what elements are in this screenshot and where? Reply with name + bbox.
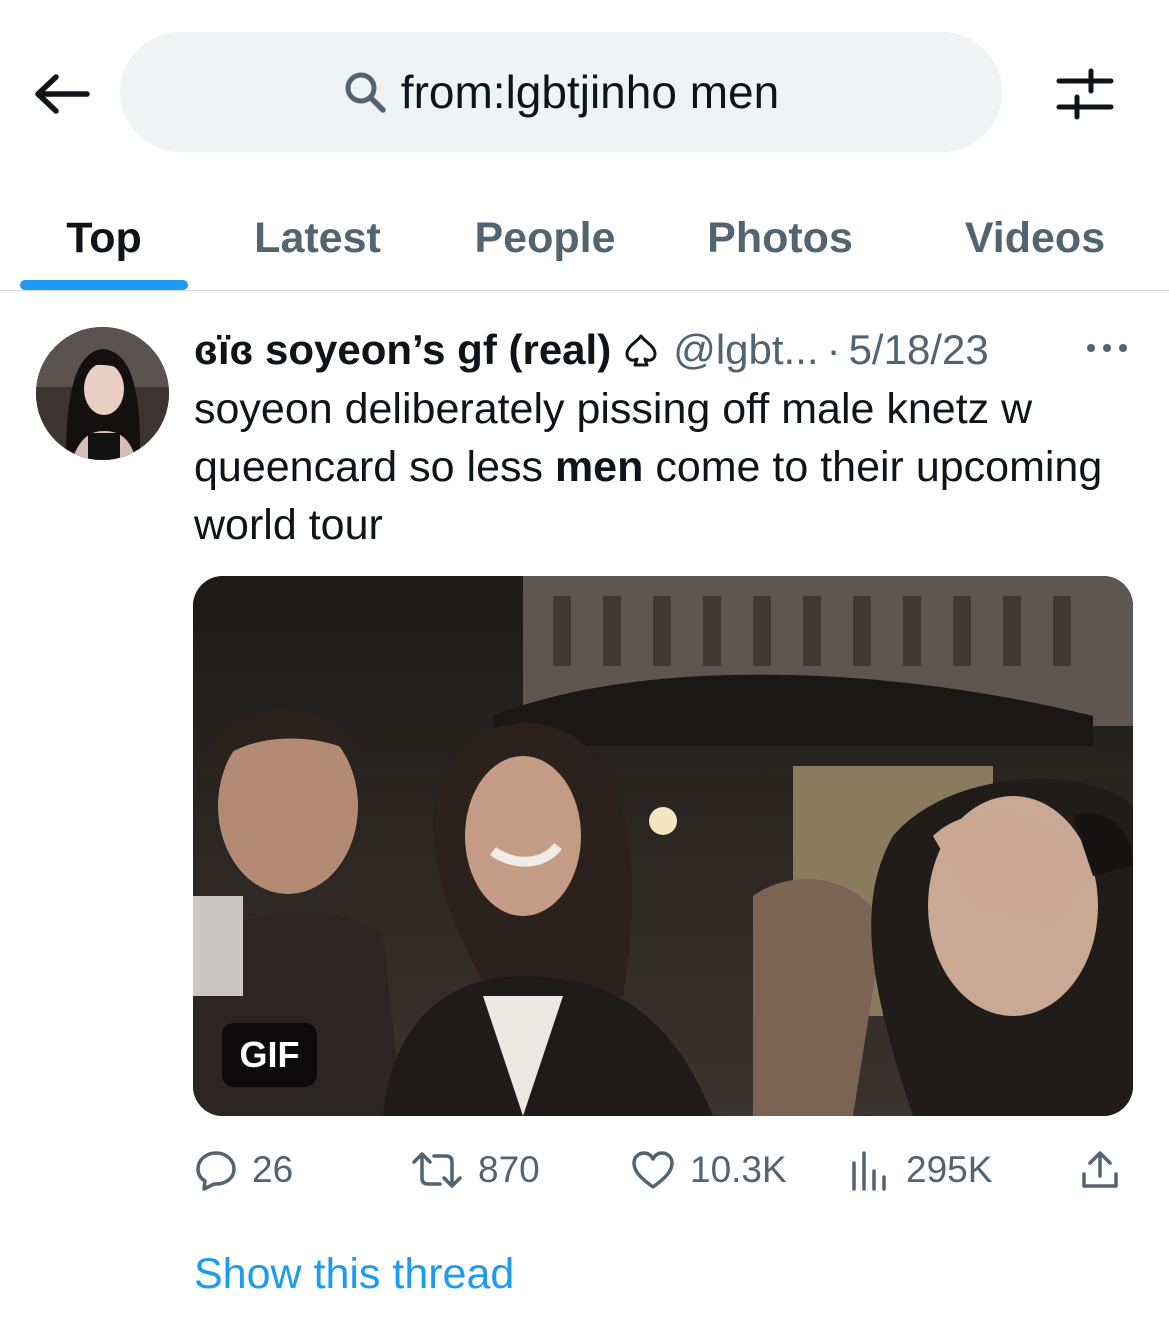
user-handle[interactable]: @lgbt... <box>673 326 818 374</box>
heart-icon <box>632 1151 674 1189</box>
back-button[interactable] <box>30 66 92 122</box>
sliders-icon <box>1056 68 1114 120</box>
tab-top[interactable]: Top <box>20 185 188 291</box>
display-name[interactable]: ɞïɞ soyeon’s gf (real) <box>194 326 611 374</box>
tweet-header: ɞïɞ soyeon’s gf (real) @lgbt... · 5/18/2… <box>194 322 1139 378</box>
views-button[interactable]: 295K <box>848 1140 992 1200</box>
more-button[interactable] <box>1082 328 1132 368</box>
share-icon <box>1082 1151 1118 1188</box>
search-term-highlight: men <box>554 443 644 491</box>
tweet-text: soyeon deliberately pissing off male kne… <box>194 380 1134 554</box>
share-button[interactable] <box>1078 1140 1122 1200</box>
search-query[interactable]: from:lgbtjinho men <box>401 65 779 119</box>
tab-latest[interactable]: Latest <box>230 185 405 291</box>
gif-badge: GIF <box>222 1023 317 1087</box>
retweet-count: 870 <box>478 1149 540 1190</box>
search-settings-button[interactable] <box>1052 62 1118 128</box>
retweet-button[interactable]: 870 <box>410 1140 540 1200</box>
tweet-actions: 26 870 10.3K 295K <box>194 1140 1134 1200</box>
view-count: 295K <box>906 1149 993 1190</box>
gif-image <box>193 576 1133 1116</box>
arrow-left-icon <box>35 74 90 114</box>
tab-videos[interactable]: Videos <box>940 185 1130 291</box>
tweet-date[interactable]: 5/18/23 <box>849 326 989 374</box>
bar-chart-icon <box>852 1151 886 1191</box>
retweet-icon <box>412 1152 462 1188</box>
like-count: 10.3K <box>690 1149 787 1190</box>
reply-button[interactable]: 26 <box>194 1140 293 1200</box>
avatar[interactable] <box>36 327 169 460</box>
active-tab-indicator <box>20 280 188 290</box>
separator-dot: · <box>826 326 841 373</box>
search-icon <box>345 72 386 113</box>
tab-photos[interactable]: Photos <box>690 185 870 291</box>
tweet[interactable]: ɞïɞ soyeon’s gf (real) @lgbt... · 5/18/2… <box>0 292 1169 1317</box>
reply-count: 26 <box>252 1149 294 1190</box>
top-bar: from:lgbtjinho men <box>0 0 1169 185</box>
more-horizontal-icon <box>1087 344 1127 352</box>
reply-icon <box>196 1151 236 1191</box>
avatar-image <box>36 327 169 460</box>
search-bar[interactable]: from:lgbtjinho men <box>120 32 1002 152</box>
like-button[interactable]: 10.3K <box>630 1140 787 1200</box>
search-tabs: Top Latest People Photos Videos <box>0 185 1169 291</box>
gif-media[interactable]: GIF <box>193 576 1133 1116</box>
show-thread-link[interactable]: Show this thread <box>194 1250 514 1299</box>
spade-icon <box>623 332 659 368</box>
tab-people[interactable]: People <box>450 185 640 291</box>
